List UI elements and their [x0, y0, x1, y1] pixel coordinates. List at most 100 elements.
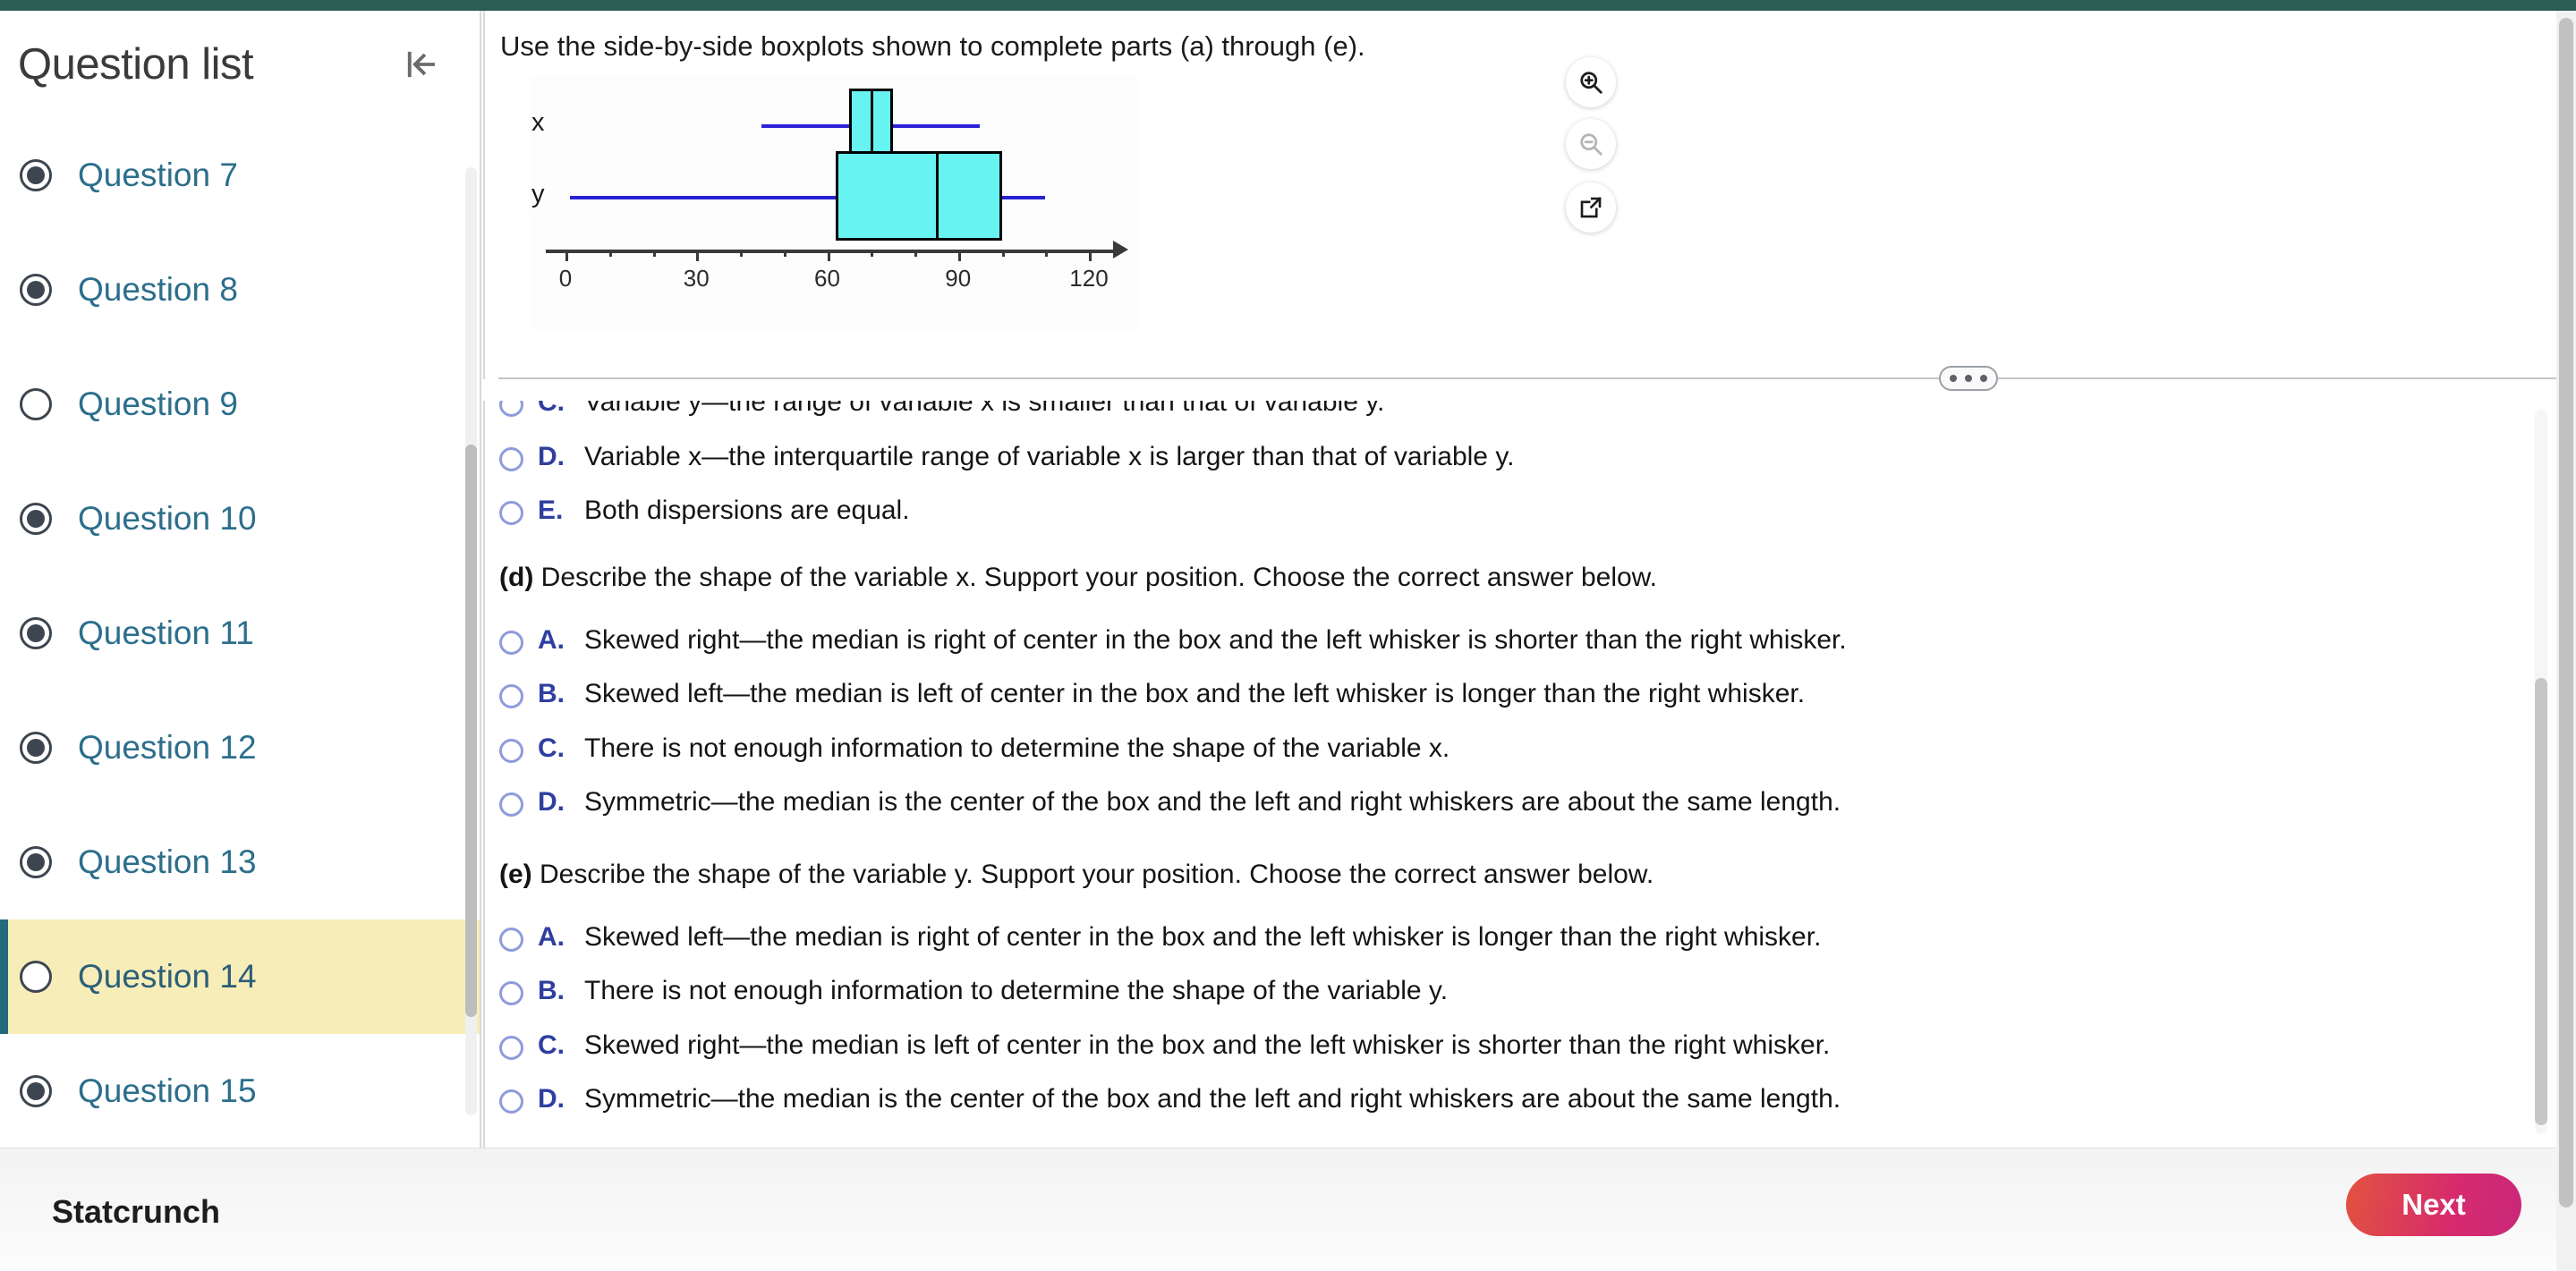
option-group-d: A. Skewed right—the median is right of ce…	[499, 614, 2525, 830]
axis-major-tick	[565, 250, 568, 261]
option-text: Skewed right—the median is left of cente…	[584, 1030, 1831, 1060]
whisker-right-y	[1001, 196, 1046, 199]
zoom-out-icon[interactable]	[1566, 119, 1616, 169]
answer-option-prev-d[interactable]: D. Variable x—the interquartile range of …	[499, 430, 2525, 485]
whisker-left-x	[761, 124, 849, 128]
option-text: There is not enough information to deter…	[584, 733, 1450, 763]
axis-minor-tick	[1045, 250, 1049, 257]
option-radio-button[interactable]	[499, 927, 523, 952]
sidebar-scrollbar-thumb[interactable]	[465, 445, 477, 1017]
answer-option-d-c[interactable]: C. There is not enough information to det…	[499, 722, 2525, 776]
page-scrollbar-track[interactable]	[2556, 11, 2576, 1271]
sidebar-item-label: Question 11	[78, 614, 254, 651]
answer-option-e-b[interactable]: B. There is not enough information to det…	[499, 964, 2525, 1019]
answer-option-d-a[interactable]: A. Skewed right—the median is right of ce…	[499, 614, 2525, 668]
axis-minor-tick	[608, 250, 612, 257]
part-marker-e: (e)	[499, 859, 532, 889]
box-y	[836, 151, 1002, 241]
answer-option-e-c[interactable]: C. Skewed right—the median is left of cen…	[499, 1019, 2525, 1073]
app-accent-bar	[0, 0, 2576, 11]
option-radio-button[interactable]	[499, 501, 523, 525]
question-list-sidebar: Question list Question 7 Question 8 Questi…	[0, 11, 481, 1148]
answered-status-icon	[20, 617, 52, 649]
axis-minor-tick	[1001, 250, 1005, 257]
answer-option-e-a[interactable]: A. Skewed left—the median is right of cen…	[499, 911, 2525, 965]
exercise-content: Use the side-by-side boxplots shown to c…	[483, 11, 2576, 1148]
sidebar-item-question-11[interactable]: Question 11	[0, 576, 480, 691]
answer-option-prev-c[interactable]: C. Variable y—the range of variable x is …	[499, 401, 2525, 430]
answers-scroll-content: C. Variable y—the range of variable x is …	[485, 401, 2525, 1132]
answers-pane: C. Variable y—the range of variable x is …	[483, 401, 2576, 1148]
brand-label: Statcrunch	[52, 1193, 221, 1230]
median-line-y	[936, 151, 939, 241]
option-text: Variable x—the interquartile range of va…	[584, 441, 1515, 471]
page-scrollbar-thumb[interactable]	[2559, 18, 2573, 1207]
axis-tick-label: 30	[683, 265, 710, 292]
option-group-e: A. Skewed left—the median is right of cen…	[499, 911, 2525, 1127]
part-heading-text-d: Describe the shape of the variable x. Su…	[540, 562, 1658, 592]
option-radio-button[interactable]	[499, 792, 523, 817]
answered-status-icon	[20, 732, 52, 764]
option-letter: C.	[538, 1030, 565, 1060]
part-marker-d: (d)	[499, 562, 534, 592]
app-shell: Question list Question 7 Question 8 Questi…	[0, 11, 2576, 1148]
collapse-panel-icon[interactable]	[394, 38, 447, 91]
median-line-x	[871, 89, 874, 160]
sidebar-item-label: Question 14	[78, 958, 257, 995]
answer-option-prev-e[interactable]: E. Both dispersions are equal.	[499, 484, 2525, 538]
option-text: Symmetric—the median is the center of th…	[584, 1084, 1841, 1114]
next-button[interactable]: Next	[2346, 1174, 2521, 1236]
option-radio-button[interactable]	[499, 738, 523, 763]
part-heading-d: (d) Describe the shape of the variable x…	[499, 538, 2525, 614]
sidebar-item-label: Question 10	[78, 500, 257, 537]
axis-arrow-icon	[1113, 241, 1128, 258]
axis-minor-tick	[783, 250, 786, 257]
axis-minor-tick	[914, 250, 917, 257]
axis-tick-label: 60	[814, 265, 840, 292]
sidebar-item-question-12[interactable]: Question 12	[0, 691, 480, 805]
sidebar-item-question-10[interactable]: Question 10	[0, 462, 480, 576]
pop-out-icon[interactable]	[1566, 182, 1616, 233]
question-list: Question 7 Question 8 Question 9 Question 1…	[0, 118, 480, 1148]
option-radio-button[interactable]	[499, 446, 523, 471]
series-label-x: x	[531, 108, 545, 137]
series-label-y: y	[531, 180, 545, 208]
pane-splitter[interactable]	[498, 366, 2556, 391]
option-text: Variable y—the range of variable x is sm…	[584, 401, 1385, 417]
answers-scrollbar-track[interactable]	[2535, 410, 2547, 1134]
drag-handle-dots-icon[interactable]	[1939, 366, 1998, 391]
option-radio-button[interactable]	[499, 630, 523, 655]
option-letter: A.	[538, 921, 565, 952]
option-radio-button[interactable]	[499, 684, 523, 708]
sidebar-item-question-9[interactable]: Question 9	[0, 347, 480, 462]
axis-minor-tick	[871, 250, 874, 257]
answered-status-icon	[20, 159, 52, 191]
option-letter: E.	[538, 496, 564, 525]
answer-option-e-d[interactable]: D. Symmetric—the median is the center of …	[499, 1072, 2525, 1127]
sidebar-item-question-15[interactable]: Question 15	[0, 1034, 480, 1148]
option-letter: B.	[538, 976, 565, 1005]
footer-bar: Statcrunch Next	[0, 1148, 2576, 1271]
option-letter: A.	[538, 624, 565, 655]
option-text: Skewed left—the median is right of cente…	[584, 921, 1822, 952]
unanswered-status-icon	[20, 961, 52, 993]
option-radio-button[interactable]	[499, 1089, 523, 1114]
answers-scrollbar-thumb[interactable]	[2535, 678, 2547, 1125]
option-radio-button[interactable]	[499, 981, 523, 1005]
zoom-in-icon[interactable]	[1566, 57, 1616, 107]
answer-option-d-b[interactable]: B. Skewed left—the median is left of cent…	[499, 667, 2525, 722]
option-letter: B.	[538, 679, 565, 708]
sidebar-item-question-13[interactable]: Question 13	[0, 805, 480, 919]
option-letter: D.	[538, 787, 565, 817]
axis-major-tick	[957, 250, 961, 261]
option-radio-button[interactable]	[499, 1035, 523, 1060]
answer-option-d-d[interactable]: D. Symmetric—the median is the center of …	[499, 775, 2525, 830]
part-heading-text-e: Describe the shape of the variable y. Su…	[540, 859, 1654, 889]
option-radio-button[interactable]	[499, 401, 523, 417]
sidebar-item-question-8[interactable]: Question 8	[0, 233, 480, 347]
axis-tick-label: 90	[945, 265, 972, 292]
sidebar-scrollbar-track[interactable]	[465, 167, 477, 1115]
sidebar-item-question-14[interactable]: Question 14	[0, 919, 480, 1034]
option-text: Both dispersions are equal.	[584, 496, 910, 525]
sidebar-item-question-7[interactable]: Question 7	[0, 118, 480, 233]
